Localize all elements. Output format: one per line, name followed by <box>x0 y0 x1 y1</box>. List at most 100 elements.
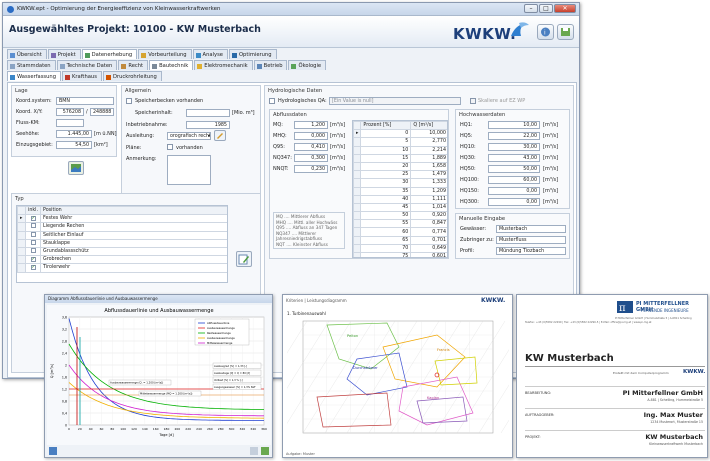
map-button[interactable] <box>68 161 84 175</box>
tab-oekologie[interactable]: Ökologie <box>288 60 327 70</box>
q-cell[interactable]: 1,111 <box>410 194 447 204</box>
hochwasser-input[interactable]: 50,00 <box>488 165 540 173</box>
prozent-row[interactable]: 35 1,209 <box>353 186 447 196</box>
prozent-cell[interactable]: 5 <box>360 137 412 147</box>
einzugsgebiet-input[interactable]: 54,50 <box>56 141 92 149</box>
tab-optimierung[interactable]: Optimierung <box>228 49 277 59</box>
speicherinhalt-input[interactable] <box>186 109 230 117</box>
tab-technische-daten[interactable]: Technische Daten <box>56 60 118 70</box>
abfluss-input[interactable]: 0,230 <box>294 165 328 173</box>
prozent-cell[interactable]: 15 <box>360 153 412 163</box>
tab-recht[interactable]: Recht <box>118 60 149 70</box>
prozent-cell[interactable]: 45 <box>360 202 412 213</box>
manuell-input[interactable]: Mündung Tiozbach <box>496 247 566 255</box>
tab-stammdaten[interactable]: Stammdaten <box>7 60 56 70</box>
abfluss-input[interactable]: 0,300 <box>294 154 328 162</box>
q-cell[interactable]: 2,214 <box>410 145 447 155</box>
q-cell[interactable]: 0,701 <box>410 235 447 245</box>
prozent-cell[interactable]: 70 <box>360 243 412 254</box>
speicherbecken-checkbox[interactable] <box>126 98 132 104</box>
prozent-row[interactable]: 55 0,847 <box>353 219 447 229</box>
typ-row[interactable]: Stauklappe <box>17 238 227 248</box>
hochwasser-input[interactable]: 30,00 <box>488 143 540 151</box>
tab-vorbeurteilung[interactable]: Vorbeurteilung <box>138 49 192 59</box>
q-cell[interactable]: 0,649 <box>410 243 447 254</box>
seehoehe-input[interactable]: 1.445,00 <box>56 130 92 138</box>
tab-analyse[interactable]: Analyse <box>192 49 228 59</box>
koord-y-input[interactable]: 248888 <box>90 108 114 116</box>
prozent-row[interactable]: 25 1,479 <box>353 170 447 180</box>
inkl-checkbox[interactable]: ✓ <box>24 263 42 273</box>
prozent-row[interactable]: 70 0,649 <box>353 243 447 254</box>
prozent-row[interactable]: 10 2,214 <box>353 145 447 155</box>
chart-info-button[interactable] <box>49 447 57 455</box>
inkl-checkbox[interactable] <box>24 246 42 257</box>
typ-row[interactable]: Liegende Rechen <box>17 222 227 232</box>
koordsystem-input[interactable]: BMN <box>56 97 114 105</box>
prozent-row[interactable]: 30 1,333 <box>353 178 447 188</box>
inbetriebnahme-input[interactable]: 1985 <box>186 121 230 129</box>
abfluss-input[interactable]: 0,000 <box>294 132 328 140</box>
prozent-row[interactable]: 20 1,658 <box>353 161 447 172</box>
hochwasser-input[interactable]: 0,00 <box>488 198 540 206</box>
prozent-cell[interactable]: 25 <box>360 170 412 180</box>
hochwasser-input[interactable]: 60,00 <box>488 176 540 184</box>
hochwasser-input[interactable]: 0,00 <box>488 187 540 195</box>
edit-ausleitung-button[interactable] <box>214 130 226 141</box>
inkl-checkbox[interactable]: ✓ <box>24 214 42 224</box>
prozent-cell[interactable]: 20 <box>360 161 412 172</box>
chart-print-button[interactable] <box>250 447 258 455</box>
prozent-cell[interactable]: 60 <box>360 227 412 237</box>
prozent-cell[interactable]: 75 <box>360 251 412 257</box>
abfluss-input[interactable]: 1,200 <box>294 121 328 129</box>
save-button[interactable] <box>557 24 574 40</box>
prozent-row[interactable]: 40 1,111 <box>353 194 447 204</box>
q-cell[interactable]: 1,889 <box>410 153 447 163</box>
q-cell[interactable]: 1,479 <box>410 170 447 180</box>
prozent-cell[interactable]: 50 <box>360 211 412 221</box>
prozent-cell[interactable]: 0 <box>360 129 412 139</box>
hochwasser-input[interactable]: 10,00 <box>488 121 540 129</box>
prozent-row[interactable]: ▸ 0 10,000 <box>353 129 447 139</box>
q-cell[interactable]: 1,333 <box>410 178 447 188</box>
q-cell[interactable]: 1,658 <box>410 161 447 172</box>
prozent-row[interactable]: 50 0,920 <box>353 211 447 221</box>
typ-row[interactable]: ✓ Tirolerwehr <box>17 263 227 273</box>
inkl-checkbox[interactable] <box>24 230 42 240</box>
koord-x-input[interactable]: 576208 <box>56 108 84 116</box>
typ-row[interactable]: ▸ ✓ Festes Wehr <box>17 214 227 224</box>
prozent-row[interactable]: 5 2,770 <box>353 137 447 147</box>
tab-betrieb[interactable]: Betrieb <box>253 60 288 70</box>
hochwasser-input[interactable]: 22,00 <box>488 132 540 140</box>
q-cell[interactable]: 0,920 <box>410 211 447 221</box>
tab-bautechnik[interactable]: Bautechnik <box>149 60 194 70</box>
info-button[interactable]: i <box>537 24 554 40</box>
typ-row[interactable]: ✓ Grobrechen <box>17 255 227 265</box>
fluss-km-input[interactable] <box>56 119 84 127</box>
prozent-row[interactable]: 60 0,774 <box>353 227 447 237</box>
plaene-checkbox[interactable] <box>167 144 173 150</box>
manuell-input[interactable]: Musterfluss <box>496 236 566 244</box>
skaliere-checkbox[interactable] <box>470 98 476 104</box>
q-cell[interactable]: 0,774 <box>410 227 447 237</box>
minimize-button[interactable]: – <box>524 4 538 13</box>
prozent-cell[interactable]: 65 <box>360 235 412 245</box>
inkl-checkbox[interactable] <box>24 238 42 248</box>
tab-druckrohrleitung[interactable]: Druckrohrleitung <box>102 71 162 81</box>
chart-save-button[interactable] <box>261 447 269 455</box>
prozent-cell[interactable]: 55 <box>360 219 412 229</box>
inkl-checkbox[interactable]: ✓ <box>24 255 42 265</box>
q-cell[interactable]: 1,014 <box>410 202 447 213</box>
ausleitung-select[interactable]: orografisch rechts <box>167 132 211 140</box>
typ-row[interactable]: Seitlicher Einlauf <box>17 230 227 240</box>
q-cell[interactable]: 0,601 <box>410 251 447 257</box>
maximize-button[interactable]: □ <box>539 4 553 13</box>
hydro-qa-select[interactable]: [Ein Value is null] <box>329 97 461 105</box>
prozent-cell[interactable]: 30 <box>360 178 412 188</box>
prozent-row[interactable]: 15 1,889 <box>353 153 447 163</box>
prozent-row[interactable]: 65 0,701 <box>353 235 447 245</box>
anmerkung-textarea[interactable] <box>167 155 211 185</box>
close-button[interactable]: ✕ <box>554 4 576 13</box>
q-cell[interactable]: 10,000 <box>410 129 447 139</box>
q-cell[interactable]: 2,770 <box>410 137 447 147</box>
